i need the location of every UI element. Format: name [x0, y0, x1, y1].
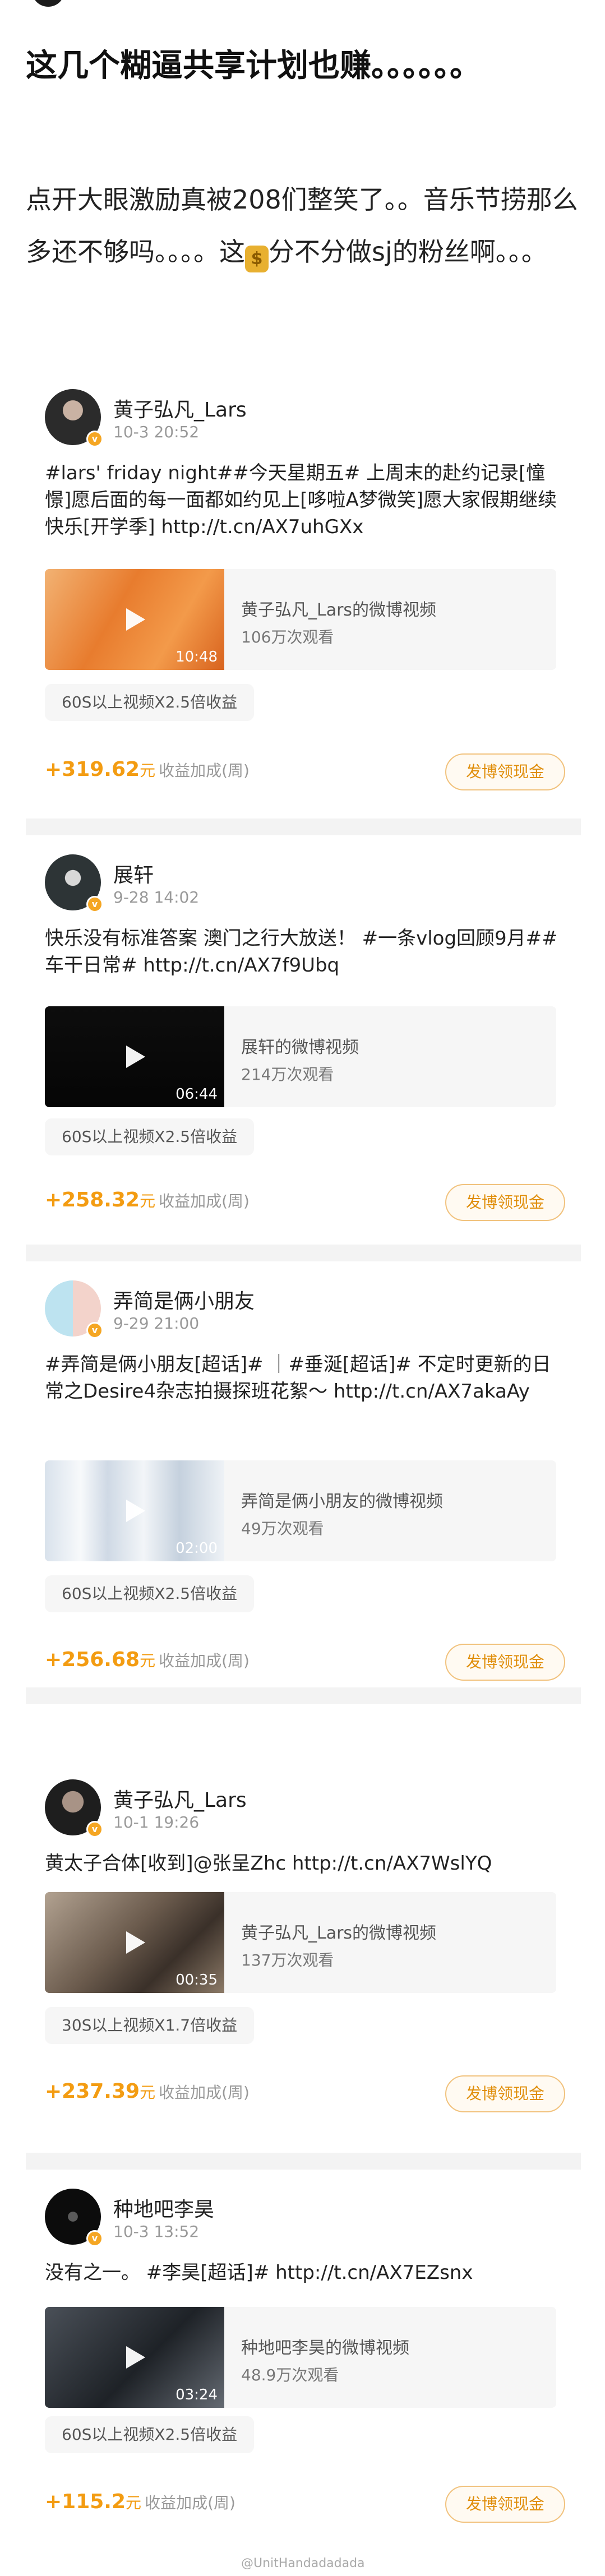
play-icon [126, 1046, 145, 1068]
earnings: +115.2元 收益加成(周) [45, 2490, 235, 2513]
earnings: +319.62元 收益加成(周) [45, 758, 250, 781]
earnings-label: 收益加成(周) [159, 2083, 250, 2102]
reward-tag: 60S以上视频X2.5倍收益 [45, 1118, 255, 1155]
earnings-amount: +115.2 [45, 2490, 126, 2513]
video-thumbnail[interactable]: 02:00 [45, 1460, 224, 1561]
verified-badge-icon: v [86, 431, 103, 447]
reward-tag: 30S以上视频X1.7倍收益 [45, 2007, 255, 2044]
play-icon [126, 1500, 145, 1522]
earnings-unit: 元 [140, 1652, 156, 1670]
play-icon [126, 2346, 145, 2369]
play-icon [126, 1931, 145, 1954]
play-icon [126, 608, 145, 631]
post-for-cash-button[interactable]: 发博领现金 [445, 1184, 565, 1221]
post-time: 9-28 14:02 [113, 888, 200, 907]
video-thumbnail[interactable]: 03:24 [45, 2307, 224, 2408]
video-card[interactable]: 03:24 种地吧李昊的微博视频 48.9万次观看 [45, 2307, 556, 2408]
video-thumbnail[interactable]: 06:44 [45, 1006, 224, 1107]
video-views: 48.9万次观看 [241, 2366, 339, 2384]
user-name[interactable]: 种地吧李昊 [113, 2193, 214, 2222]
post-text: 没有之一。 #李昊[超话]# http://t.cn/AX7EZsnx [45, 2261, 473, 2284]
post-for-cash-button[interactable]: 发博领现金 [445, 2486, 565, 2523]
page: 这几个糊逼共享计划也赚。。。。。。 点开大眼激励真被208们整笑了。。音乐节捞那… [0, 0, 605, 2576]
earnings-amount: +256.68 [45, 1648, 140, 1671]
video-thumbnail[interactable]: 00:35 [45, 1892, 224, 1993]
earnings-amount: +237.39 [45, 2080, 140, 2103]
post-time: 10-1 19:26 [113, 1813, 200, 1832]
earnings: +256.68元 收益加成(周) [45, 1648, 250, 1671]
earnings-amount: +258.32 [45, 1188, 140, 1211]
earnings-label: 收益加成(周) [159, 1192, 250, 1210]
intro-text-after: 分不分做sj的粉丝啊。。。 [269, 237, 547, 267]
video-duration: 03:24 [176, 2387, 218, 2403]
user-name[interactable]: 展轩 [113, 859, 154, 888]
post-time: 10-3 20:52 [113, 423, 200, 441]
video-thumbnail[interactable]: 10:48 [45, 569, 224, 670]
earnings-label: 收益加成(周) [159, 761, 250, 780]
earnings-amount: +319.62 [45, 758, 140, 781]
video-views: 137万次观看 [241, 1951, 334, 1969]
avatar [33, 0, 64, 7]
divider [26, 2153, 581, 2170]
post-time: 9-29 21:00 [113, 1314, 200, 1333]
video-duration: 06:44 [176, 1086, 218, 1103]
video-duration: 10:48 [176, 649, 218, 665]
video-views: 49万次观看 [241, 1519, 324, 1538]
post-card[interactable]: v 黄子弘凡_Lars 10-3 20:52 #lars' friday nig… [26, 370, 581, 818]
video-card[interactable]: 02:00 弄简是俩小朋友的微博视频 49万次观看 [45, 1460, 556, 1561]
post-text: 快乐没有标准答案 澳门之行大放送！ #一条vlog回顾9月##车干日常# htt… [45, 927, 558, 977]
watermark: @UnitHandadadada [241, 2556, 365, 2570]
video-views: 106万次观看 [241, 628, 334, 646]
money-bag-icon: $ [245, 246, 269, 272]
post-text: 黄太子合体[收到]@张呈Zhc http://t.cn/AX7WslYQ [45, 1852, 492, 1875]
earnings-label: 收益加成(周) [159, 1652, 250, 1670]
post-time: 10-3 13:52 [113, 2222, 200, 2241]
user-name[interactable]: 弄简是俩小朋友 [113, 1285, 255, 1314]
verified-badge-icon: v [86, 1322, 103, 1339]
verified-badge-icon: v [86, 1821, 103, 1838]
earnings: +237.39元 收益加成(周) [45, 2080, 250, 2103]
video-title: 黄子弘凡_Lars的微博视频 [241, 1923, 437, 1943]
video-title: 黄子弘凡_Lars的微博视频 [241, 600, 437, 620]
post-text: #弄简是俩小朋友[超话]# ｜#垂涎[超话]# 不定时更新的日常之Desire4… [45, 1353, 551, 1403]
page-title: 这几个糊逼共享计划也赚。。。。。。 [26, 48, 481, 84]
video-title: 弄简是俩小朋友的微博视频 [241, 1492, 443, 1511]
video-duration: 02:00 [176, 1540, 218, 1557]
post-text: #lars' friday night##今天星期五# 上周末的赴约记录[憧憬]… [45, 462, 557, 538]
post-for-cash-button[interactable]: 发博领现金 [445, 1644, 565, 1681]
video-duration: 00:35 [176, 1972, 218, 1988]
earnings: +258.32元 收益加成(周) [45, 1188, 250, 1211]
verified-badge-icon: v [86, 896, 103, 913]
reward-tag: 60S以上视频X2.5倍收益 [45, 1575, 255, 1612]
post-card[interactable]: v 种地吧李昊 10-3 13:52 没有之一。 #李昊[超话]# http:/… [26, 2170, 581, 2562]
divider [26, 818, 581, 835]
post-card[interactable]: v 弄简是俩小朋友 9-29 21:00 #弄简是俩小朋友[超话]# ｜#垂涎[… [26, 1261, 581, 1687]
earnings-unit: 元 [140, 1192, 156, 1210]
video-card[interactable]: 06:44 展轩的微博视频 214万次观看 [45, 1006, 556, 1107]
divider [26, 1687, 581, 1704]
earnings-unit: 元 [140, 761, 156, 780]
video-views: 214万次观看 [241, 1065, 334, 1084]
earnings-label: 收益加成(周) [145, 2494, 235, 2512]
intro-text: 点开大眼激励真被208们整笑了。。音乐节捞那么多还不够吗。。。。这 $ 分不分做sj… [26, 174, 581, 278]
video-title: 种地吧李昊的微博视频 [241, 2338, 409, 2358]
post-card[interactable]: v 展轩 9-28 14:02 快乐没有标准答案 澳门之行大放送！ #一条vlo… [26, 835, 581, 1245]
user-name[interactable]: 黄子弘凡_Lars [113, 1784, 247, 1813]
divider [26, 1245, 581, 1261]
video-card[interactable]: 10:48 黄子弘凡_Lars的微博视频 106万次观看 [45, 569, 556, 670]
reward-tag: 60S以上视频X2.5倍收益 [45, 684, 255, 721]
video-title: 展轩的微博视频 [241, 1038, 359, 1057]
verified-badge-icon: v [86, 2230, 103, 2247]
reward-tag: 60S以上视频X2.5倍收益 [45, 2416, 255, 2453]
post-card[interactable]: v 黄子弘凡_Lars 10-1 19:26 黄太子合体[收到]@张呈Zhc h… [26, 1760, 581, 2153]
post-for-cash-button[interactable]: 发博领现金 [445, 2075, 565, 2112]
user-name[interactable]: 黄子弘凡_Lars [113, 394, 247, 423]
video-card[interactable]: 00:35 黄子弘凡_Lars的微博视频 137万次观看 [45, 1892, 556, 1993]
earnings-unit: 元 [126, 2494, 142, 2512]
post-for-cash-button[interactable]: 发博领现金 [445, 753, 565, 790]
earnings-unit: 元 [140, 2083, 156, 2102]
